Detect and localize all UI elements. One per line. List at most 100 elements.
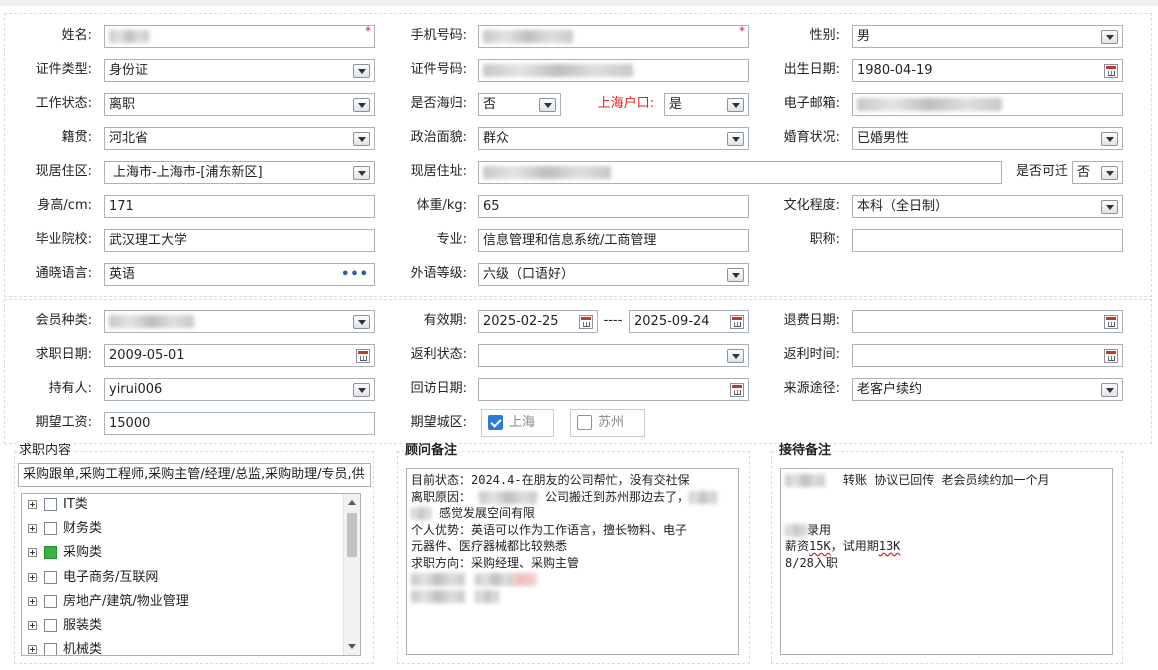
calendar-icon[interactable] [1104, 315, 1118, 329]
email-field[interactable] [852, 93, 1123, 116]
scroll-down-icon[interactable] [348, 644, 356, 649]
returnee-value: 否 [483, 97, 497, 112]
dropdown-arrow-icon[interactable] [1101, 383, 1118, 397]
calendar-icon[interactable] [1104, 349, 1118, 363]
calendar-icon[interactable] [579, 315, 593, 329]
id-number-label: 证件号码: [410, 62, 467, 77]
dropdown-arrow-icon[interactable] [1101, 166, 1118, 180]
id-number-field[interactable] [478, 59, 749, 82]
dropdown-arrow-icon[interactable] [353, 383, 370, 397]
residence-address-field[interactable] [478, 161, 1002, 184]
mobile-field[interactable]: * [478, 25, 749, 48]
scroll-thumb[interactable] [347, 513, 357, 557]
source-select[interactable]: 老客户续约 [852, 378, 1123, 401]
reception-notes-textarea[interactable]: 转账 协议已回传 老会员续约加一个月 录用 薪资15K，试用期13K 8/28入… [780, 468, 1113, 655]
school-field[interactable]: 武汉理工大学 [104, 229, 375, 252]
dropdown-arrow-icon[interactable] [727, 132, 744, 146]
tree-checkbox-icon[interactable] [44, 643, 57, 655]
shanghai-hukou-select[interactable]: 是 [664, 93, 749, 116]
expand-icon[interactable] [28, 621, 37, 630]
languages-value: 英语 [109, 267, 136, 282]
languages-field[interactable]: 英语 ••• [104, 263, 375, 286]
weight-field[interactable]: 65 [478, 195, 749, 218]
dropdown-arrow-icon[interactable] [539, 98, 556, 112]
height-label: 身高/cm: [37, 198, 92, 213]
calendar-icon[interactable] [730, 383, 744, 397]
job-content-selected-field[interactable]: 采购跟单,采购工程师,采购主管/经理/总监,采购助理/专员,供 [18, 463, 371, 487]
expand-icon[interactable] [28, 645, 37, 654]
checkbox-unchecked-icon[interactable] [577, 415, 592, 430]
note-line: 8/28入职 [785, 555, 838, 570]
expand-icon[interactable] [28, 573, 37, 582]
job-date-field[interactable]: 2009-05-01 [104, 344, 375, 367]
tree-node-purchasing[interactable]: 采购类 [28, 543, 102, 563]
member-type-select[interactable] [104, 310, 375, 333]
dropdown-arrow-icon[interactable] [353, 64, 370, 78]
visit-date-field[interactable] [478, 378, 749, 401]
rebate-time-field[interactable] [852, 344, 1123, 367]
dropdown-arrow-icon[interactable] [353, 132, 370, 146]
valid-from-field[interactable]: 2025-02-25 [478, 310, 598, 333]
dropdown-arrow-icon[interactable] [1101, 200, 1118, 214]
title-field[interactable] [852, 229, 1123, 252]
name-field[interactable]: * [104, 25, 375, 48]
tree-checkbox-icon[interactable] [44, 522, 57, 535]
dropdown-arrow-icon[interactable] [727, 349, 744, 363]
birth-date-field[interactable]: 1980-04-19 [852, 59, 1123, 82]
scroll-up-icon[interactable] [348, 500, 356, 505]
returnee-select[interactable]: 否 [478, 93, 561, 116]
more-options-icon[interactable]: ••• [341, 264, 369, 285]
advisor-notes-textarea[interactable]: 目前状态：2024.4-在朋友的公司帮忙，没有交社保 离职原因： 公司搬迁到苏州那… [406, 468, 739, 655]
foreign-level-select[interactable]: 六级（口语好） [478, 263, 749, 286]
tree-checkbox-icon[interactable] [44, 619, 57, 632]
dropdown-arrow-icon[interactable] [1101, 30, 1118, 44]
dropdown-arrow-icon[interactable] [727, 98, 744, 112]
redacted-text [411, 573, 465, 586]
dropdown-arrow-icon[interactable] [1101, 132, 1118, 146]
tree-node-real-estate[interactable]: 房地产/建筑/物业管理 [28, 592, 189, 612]
work-status-select[interactable]: 离职 [104, 93, 375, 116]
tree-checkbox-partial-icon[interactable] [44, 546, 57, 559]
job-category-tree[interactable]: IT类 财务类 采购类 电子商务/互联网 房地产/建筑/物业管理 服装类 机械类 [21, 493, 361, 656]
calendar-icon[interactable] [1104, 64, 1118, 78]
dropdown-arrow-icon[interactable] [353, 98, 370, 112]
dropdown-arrow-icon[interactable] [353, 166, 370, 180]
city-option-suzhou[interactable]: 苏州 [570, 409, 645, 437]
id-type-select[interactable]: 身份证 [104, 59, 375, 82]
calendar-icon[interactable] [356, 349, 370, 363]
work-status-label: 工作状态: [35, 96, 92, 111]
political-select[interactable]: 群众 [478, 127, 749, 150]
dropdown-arrow-icon[interactable] [727, 268, 744, 282]
tree-node-apparel[interactable]: 服装类 [28, 616, 102, 636]
tree-checkbox-icon[interactable] [44, 498, 57, 511]
refund-date-field[interactable] [852, 310, 1123, 333]
tree-node-ecommerce[interactable]: 电子商务/互联网 [28, 568, 158, 588]
tree-scrollbar[interactable] [343, 494, 360, 655]
expected-salary-field[interactable]: 15000 [104, 412, 375, 435]
reception-notes-legend: 接待备注 [777, 443, 834, 459]
expand-icon[interactable] [28, 597, 37, 606]
checkbox-checked-icon[interactable] [488, 415, 503, 430]
expand-icon[interactable] [28, 524, 37, 533]
tree-node-machinery[interactable]: 机械类 [28, 640, 102, 655]
calendar-icon[interactable] [730, 315, 744, 329]
rebate-status-select[interactable] [478, 344, 749, 367]
relocate-select[interactable]: 否 [1072, 161, 1123, 184]
native-place-select[interactable]: 河北省 [104, 127, 375, 150]
tree-checkbox-icon[interactable] [44, 595, 57, 608]
dropdown-arrow-icon[interactable] [353, 315, 370, 329]
residence-area-select[interactable]: 上海市-上海市-[浦东新区] [104, 161, 375, 184]
tree-checkbox-icon[interactable] [44, 571, 57, 584]
education-select[interactable]: 本科（全日制） [852, 195, 1123, 218]
major-field[interactable]: 信息管理和信息系统/工商管理 [478, 229, 749, 252]
tree-node-it[interactable]: IT类 [28, 495, 88, 515]
city-option-shanghai[interactable]: 上海 [481, 409, 554, 437]
marital-select[interactable]: 已婚男性 [852, 127, 1123, 150]
gender-select[interactable]: 男 [852, 25, 1123, 48]
valid-to-field[interactable]: 2025-09-24 [629, 310, 749, 333]
expand-icon[interactable] [28, 500, 37, 509]
height-field[interactable]: 171 [104, 195, 375, 218]
holder-select[interactable]: yirui006 [104, 378, 375, 401]
expand-icon[interactable] [28, 548, 37, 557]
tree-node-finance[interactable]: 财务类 [28, 519, 102, 539]
